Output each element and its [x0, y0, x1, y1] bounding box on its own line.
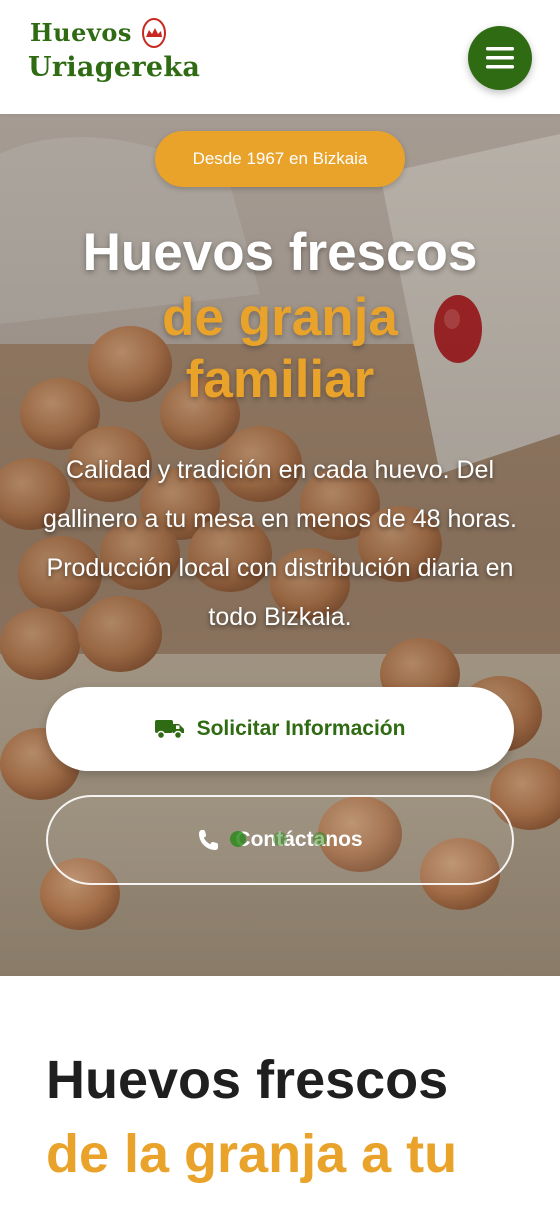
section-title: Huevos frescos — [46, 1050, 449, 1110]
site-header: Huevos Uriagereka — [0, 0, 560, 114]
carousel-dot-3 — [313, 832, 327, 846]
hero-title: Huevos frescos — [82, 223, 478, 282]
hamburger-menu-icon — [486, 47, 514, 69]
hero-title-accent: de granja familiar — [0, 287, 560, 411]
section-title-accent: de la granja a tu mesa — [46, 1124, 458, 1212]
menu-button[interactable] — [468, 26, 532, 90]
logo-text-line1: Huevos — [30, 18, 132, 47]
logo-text-line2: Uriagereka — [28, 52, 201, 83]
hero-title-accent-line2: familiar — [185, 350, 375, 409]
intro-section: Huevos frescos de la granja a tu mesa — [0, 976, 560, 1212]
hero-title-accent-line1: de granja — [162, 288, 398, 347]
carousel-dot-2 — [273, 832, 287, 846]
egg-logo-icon — [142, 18, 166, 48]
phone-icon — [199, 830, 219, 850]
carousel-dots — [230, 831, 327, 847]
since-badge: Desde 1967 en Bizkaia — [155, 131, 405, 187]
brand-logo[interactable]: Huevos Uriagereka — [28, 14, 208, 94]
request-information-label: Solicitar Información — [196, 717, 406, 740]
carousel-dot-1 — [230, 831, 246, 847]
hero-description: Calidad y tradición en cada huevo. Del g… — [43, 456, 517, 631]
request-information-button[interactable]: Solicitar Información — [46, 687, 514, 771]
hero-section: Desde 1967 en Bizkaia Huevos frescos de … — [0, 114, 560, 976]
truck-icon — [154, 720, 184, 740]
